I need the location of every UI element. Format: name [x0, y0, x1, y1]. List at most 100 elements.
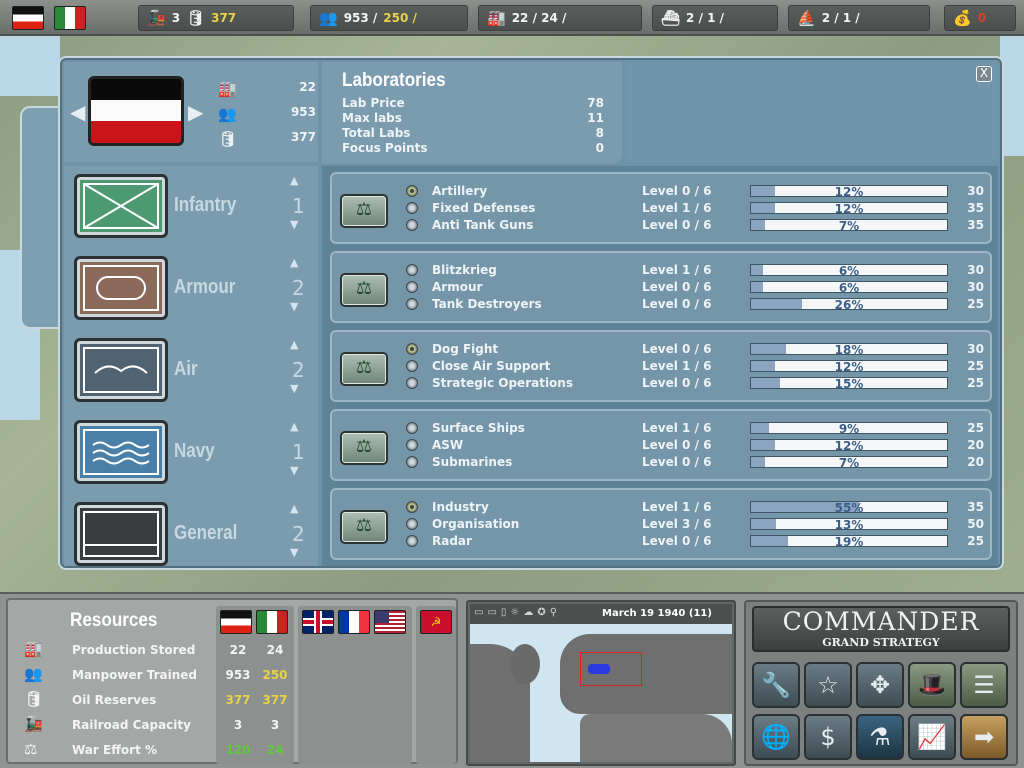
minimap-panel: ▭▭▯☼☁✪⚲ March 19 1940 (11): [466, 600, 736, 766]
germany-flag[interactable]: [220, 610, 252, 634]
category-navy[interactable]: Navy ▲ 1 ▼: [70, 420, 316, 492]
tech-radio[interactable]: [406, 219, 418, 231]
category-general[interactable]: General ▲ 2 ▼: [70, 502, 316, 574]
tech-row[interactable]: Organisation Level 3 / 6 13% 50: [404, 517, 984, 534]
tech-radio[interactable]: [406, 501, 418, 513]
resource-row: 🏭 Production Stored 22 24: [18, 640, 448, 662]
tech-radio[interactable]: [406, 422, 418, 434]
prev-nation-arrow-icon[interactable]: ◀: [70, 100, 85, 124]
decrease-arrow-icon[interactable]: ▼: [290, 382, 298, 395]
resource-label: Production Stored: [72, 643, 196, 657]
allocate-lab-button[interactable]: ⚖: [340, 431, 388, 465]
increase-arrow-icon[interactable]: ▲: [290, 502, 298, 515]
tech-row[interactable]: Surface Ships Level 1 / 6 9% 25: [404, 421, 984, 438]
resource-label: Railroad Capacity: [72, 718, 191, 732]
next-nation-arrow-icon[interactable]: ▶: [188, 100, 203, 124]
economy-button[interactable]: $: [804, 714, 852, 760]
tech-progress-bar: 7%: [750, 219, 948, 233]
oil-barrels-icon: 🛢: [186, 9, 206, 27]
factory-icon: 🏭: [487, 9, 506, 27]
tech-group: ⚖ Artillery Level 0 / 6 12% 30 Fixed Def…: [330, 172, 992, 244]
armour-symbol-icon[interactable]: [74, 256, 168, 320]
increase-arrow-icon[interactable]: ▲: [290, 420, 298, 433]
decrease-arrow-icon[interactable]: ▼: [290, 464, 298, 477]
close-button[interactable]: X: [976, 66, 992, 82]
graph-button[interactable]: 📈: [908, 714, 956, 760]
diplomacy-button[interactable]: 🎩: [908, 662, 956, 708]
research-button[interactable]: ⚗: [856, 714, 904, 760]
tech-row[interactable]: Dog Fight Level 0 / 6 18% 30: [404, 342, 984, 359]
tech-name: Tank Destroyers: [432, 297, 542, 311]
tech-radio[interactable]: [406, 298, 418, 310]
tech-row[interactable]: Artillery Level 0 / 6 12% 30: [404, 184, 984, 201]
wrench-button[interactable]: 🔧: [752, 662, 800, 708]
tech-radio[interactable]: [406, 439, 418, 451]
globe-button[interactable]: 🌐: [752, 714, 800, 760]
tech-radio[interactable]: [406, 202, 418, 214]
uk-flag[interactable]: [302, 610, 334, 634]
tech-row[interactable]: Radar Level 0 / 6 19% 25: [404, 534, 984, 551]
game-date: March 19 1940 (11): [602, 608, 712, 619]
tech-row[interactable]: Blitzkrieg Level 1 / 6 6% 30: [404, 263, 984, 280]
panel-info-area: [626, 62, 998, 162]
tech-radio[interactable]: [406, 456, 418, 468]
navy-symbol-icon[interactable]: [74, 420, 168, 484]
category-infantry[interactable]: Infantry ▲ 1 ▼: [70, 174, 316, 246]
tech-row[interactable]: ASW Level 0 / 6 12% 20: [404, 438, 984, 455]
move-button[interactable]: ✥: [856, 662, 904, 708]
tech-radio[interactable]: [406, 377, 418, 389]
france-flag[interactable]: [338, 610, 370, 634]
tech-level: Level 0 / 6: [642, 184, 712, 198]
tech-progress-bar: 9%: [750, 422, 948, 436]
allocate-lab-button[interactable]: ⚖: [340, 194, 388, 228]
end-turn-button[interactable]: ➡: [960, 714, 1008, 760]
decrease-arrow-icon[interactable]: ▼: [290, 546, 298, 559]
factory-icon: 🏭: [218, 80, 237, 98]
scales-icon: ⚖: [355, 515, 373, 536]
tech-radio[interactable]: [406, 535, 418, 547]
tech-row[interactable]: Armour Level 0 / 6 6% 30: [404, 280, 984, 297]
tech-row[interactable]: Tank Destroyers Level 0 / 6 26% 25: [404, 297, 984, 314]
tech-progress-bar: 12%: [750, 202, 948, 216]
air-symbol-icon[interactable]: [74, 338, 168, 402]
tech-cost: 35: [967, 201, 984, 215]
italy-flag[interactable]: [54, 6, 86, 30]
wrench-icon: 🔧: [761, 671, 791, 699]
resource-value-italy: 377: [262, 693, 288, 707]
increase-arrow-icon[interactable]: ▲: [290, 256, 298, 269]
decrease-arrow-icon[interactable]: ▼: [290, 300, 298, 313]
italy-flag[interactable]: [256, 610, 288, 634]
tech-radio[interactable]: [406, 518, 418, 530]
tech-row[interactable]: Submarines Level 0 / 6 7% 20: [404, 455, 984, 472]
tech-radio[interactable]: [406, 185, 418, 197]
general-symbol-icon[interactable]: [74, 502, 168, 566]
allocate-lab-button[interactable]: ⚖: [340, 352, 388, 386]
tech-radio[interactable]: [406, 360, 418, 372]
category-name: Infantry: [174, 194, 237, 216]
infantry-symbol-icon[interactable]: [74, 174, 168, 238]
tech-radio[interactable]: [406, 264, 418, 276]
report-button[interactable]: ☰: [960, 662, 1008, 708]
tech-row[interactable]: Fixed Defenses Level 1 / 6 12% 35: [404, 201, 984, 218]
tech-radio[interactable]: [406, 281, 418, 293]
minimap[interactable]: [470, 624, 732, 762]
allocate-lab-button[interactable]: ⚖: [340, 273, 388, 307]
ussr-flag[interactable]: ☭: [420, 610, 452, 634]
tech-radio[interactable]: [406, 343, 418, 355]
decrease-arrow-icon[interactable]: ▼: [290, 218, 298, 231]
tech-level: Level 0 / 6: [642, 455, 712, 469]
star-button[interactable]: ☆: [804, 662, 852, 708]
category-armour[interactable]: Armour ▲ 2 ▼: [70, 256, 316, 328]
category-air[interactable]: Air ▲ 2 ▼: [70, 338, 316, 410]
minimap-filter-icons[interactable]: ▭▭▯☼☁✪⚲: [474, 607, 561, 618]
battleship-icon: ⛴: [661, 9, 681, 27]
increase-arrow-icon[interactable]: ▲: [290, 174, 298, 187]
usa-flag[interactable]: [374, 610, 406, 634]
tech-row[interactable]: Industry Level 1 / 6 55% 35: [404, 500, 984, 517]
germany-flag[interactable]: [12, 6, 44, 30]
tech-row[interactable]: Anti Tank Guns Level 0 / 6 7% 35: [404, 218, 984, 235]
tech-row[interactable]: Close Air Support Level 1 / 6 12% 25: [404, 359, 984, 376]
increase-arrow-icon[interactable]: ▲: [290, 338, 298, 351]
tech-row[interactable]: Strategic Operations Level 0 / 6 15% 25: [404, 376, 984, 393]
allocate-lab-button[interactable]: ⚖: [340, 510, 388, 544]
